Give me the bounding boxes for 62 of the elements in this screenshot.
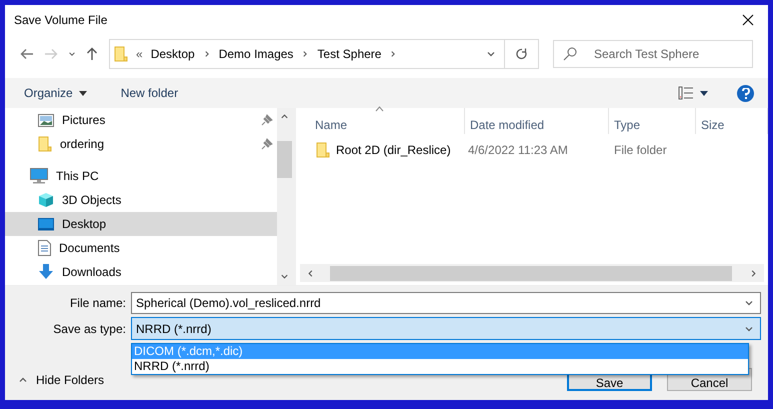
- chevron-down-icon: [68, 50, 76, 58]
- close-icon: [742, 14, 754, 26]
- folder-icon: [316, 142, 330, 158]
- help-button[interactable]: [737, 84, 754, 102]
- desktop-icon: [38, 218, 54, 230]
- organize-button[interactable]: Organize: [19, 84, 92, 102]
- cube-icon: [38, 192, 54, 208]
- file-type-dropdown[interactable]: NRRD (*.nrrd): [131, 317, 761, 340]
- chevron-right-icon: [301, 50, 310, 58]
- address-bar[interactable]: « Desktop Demo Images Test Sphere: [109, 38, 539, 68]
- scrollbar-thumb[interactable]: [277, 141, 292, 178]
- field-label: File name:: [68, 296, 127, 310]
- caret-down-icon: [700, 90, 708, 96]
- hide-folders-button[interactable]: Hide Folders: [18, 373, 104, 387]
- breadcrumb[interactable]: Demo Images: [218, 46, 294, 60]
- search-icon: [563, 46, 577, 60]
- chevron-down-icon: [280, 272, 290, 281]
- column-header[interactable]: Date modified: [465, 108, 609, 134]
- chevron-up-icon: [280, 112, 290, 121]
- chevron-right-icon: [749, 268, 758, 278]
- sidebar-item[interactable]: Documents: [5, 236, 278, 260]
- new-folder-button[interactable]: New folder: [116, 84, 184, 102]
- sidebar-item[interactable]: ordering: [5, 132, 278, 156]
- scrollbar-thumb[interactable]: [330, 266, 732, 280]
- sidebar-item[interactable]: Desktop: [5, 212, 278, 236]
- file-name-cell[interactable]: Root 2D (dir_Reslice): [316, 142, 466, 158]
- breadcrumb[interactable]: Test Sphere: [317, 46, 382, 60]
- arrow-right-icon: [44, 48, 58, 60]
- monitor-icon: [30, 168, 48, 184]
- search-field[interactable]: Search Test Sphere: [553, 40, 753, 68]
- chevron-down-icon: [744, 298, 754, 308]
- question-mark-icon: [742, 88, 750, 98]
- arrow-up-icon: [86, 46, 98, 60]
- file-name-field[interactable]: Spherical (Demo).vol_resliced.nrrd: [131, 292, 761, 314]
- type-cell: File folder: [614, 143, 667, 157]
- field-label: Save as type:: [52, 322, 127, 336]
- chevron-right-icon: [202, 50, 211, 58]
- pin-icon: [261, 138, 274, 150]
- picture-frame-icon: [38, 114, 54, 126]
- pin-icon: [261, 114, 274, 126]
- chevron-right-icon: [389, 50, 398, 58]
- column-header[interactable]: Name: [310, 108, 465, 134]
- overflow-chevron[interactable]: «: [136, 46, 143, 60]
- sidebar-item[interactable]: This PC: [5, 164, 278, 188]
- folder-icon: [114, 46, 128, 62]
- chevron-left-icon: [306, 268, 315, 278]
- folder-icon: [38, 136, 52, 152]
- breadcrumb[interactable]: Desktop: [150, 46, 195, 60]
- sidebar-item[interactable]: Pictures: [5, 108, 278, 132]
- refresh-icon: [516, 48, 528, 60]
- sidebar-item[interactable]: 3D Objects: [5, 188, 278, 212]
- caret-down-icon: [78, 90, 87, 96]
- download-arrow-icon: [38, 264, 54, 280]
- column-header[interactable]: Type: [609, 108, 696, 134]
- date-cell-text: 4/6/2022 11:23 AM: [467, 143, 569, 157]
- sidebar-item[interactable]: Downloads: [5, 260, 278, 284]
- arrow-left-icon: [20, 48, 34, 60]
- sort-caret-icon: [375, 106, 384, 112]
- document-icon: [38, 240, 51, 256]
- list-view-icon: [678, 86, 694, 100]
- column-header[interactable]: Size: [696, 108, 768, 134]
- window-title: Save Volume File: [14, 13, 108, 27]
